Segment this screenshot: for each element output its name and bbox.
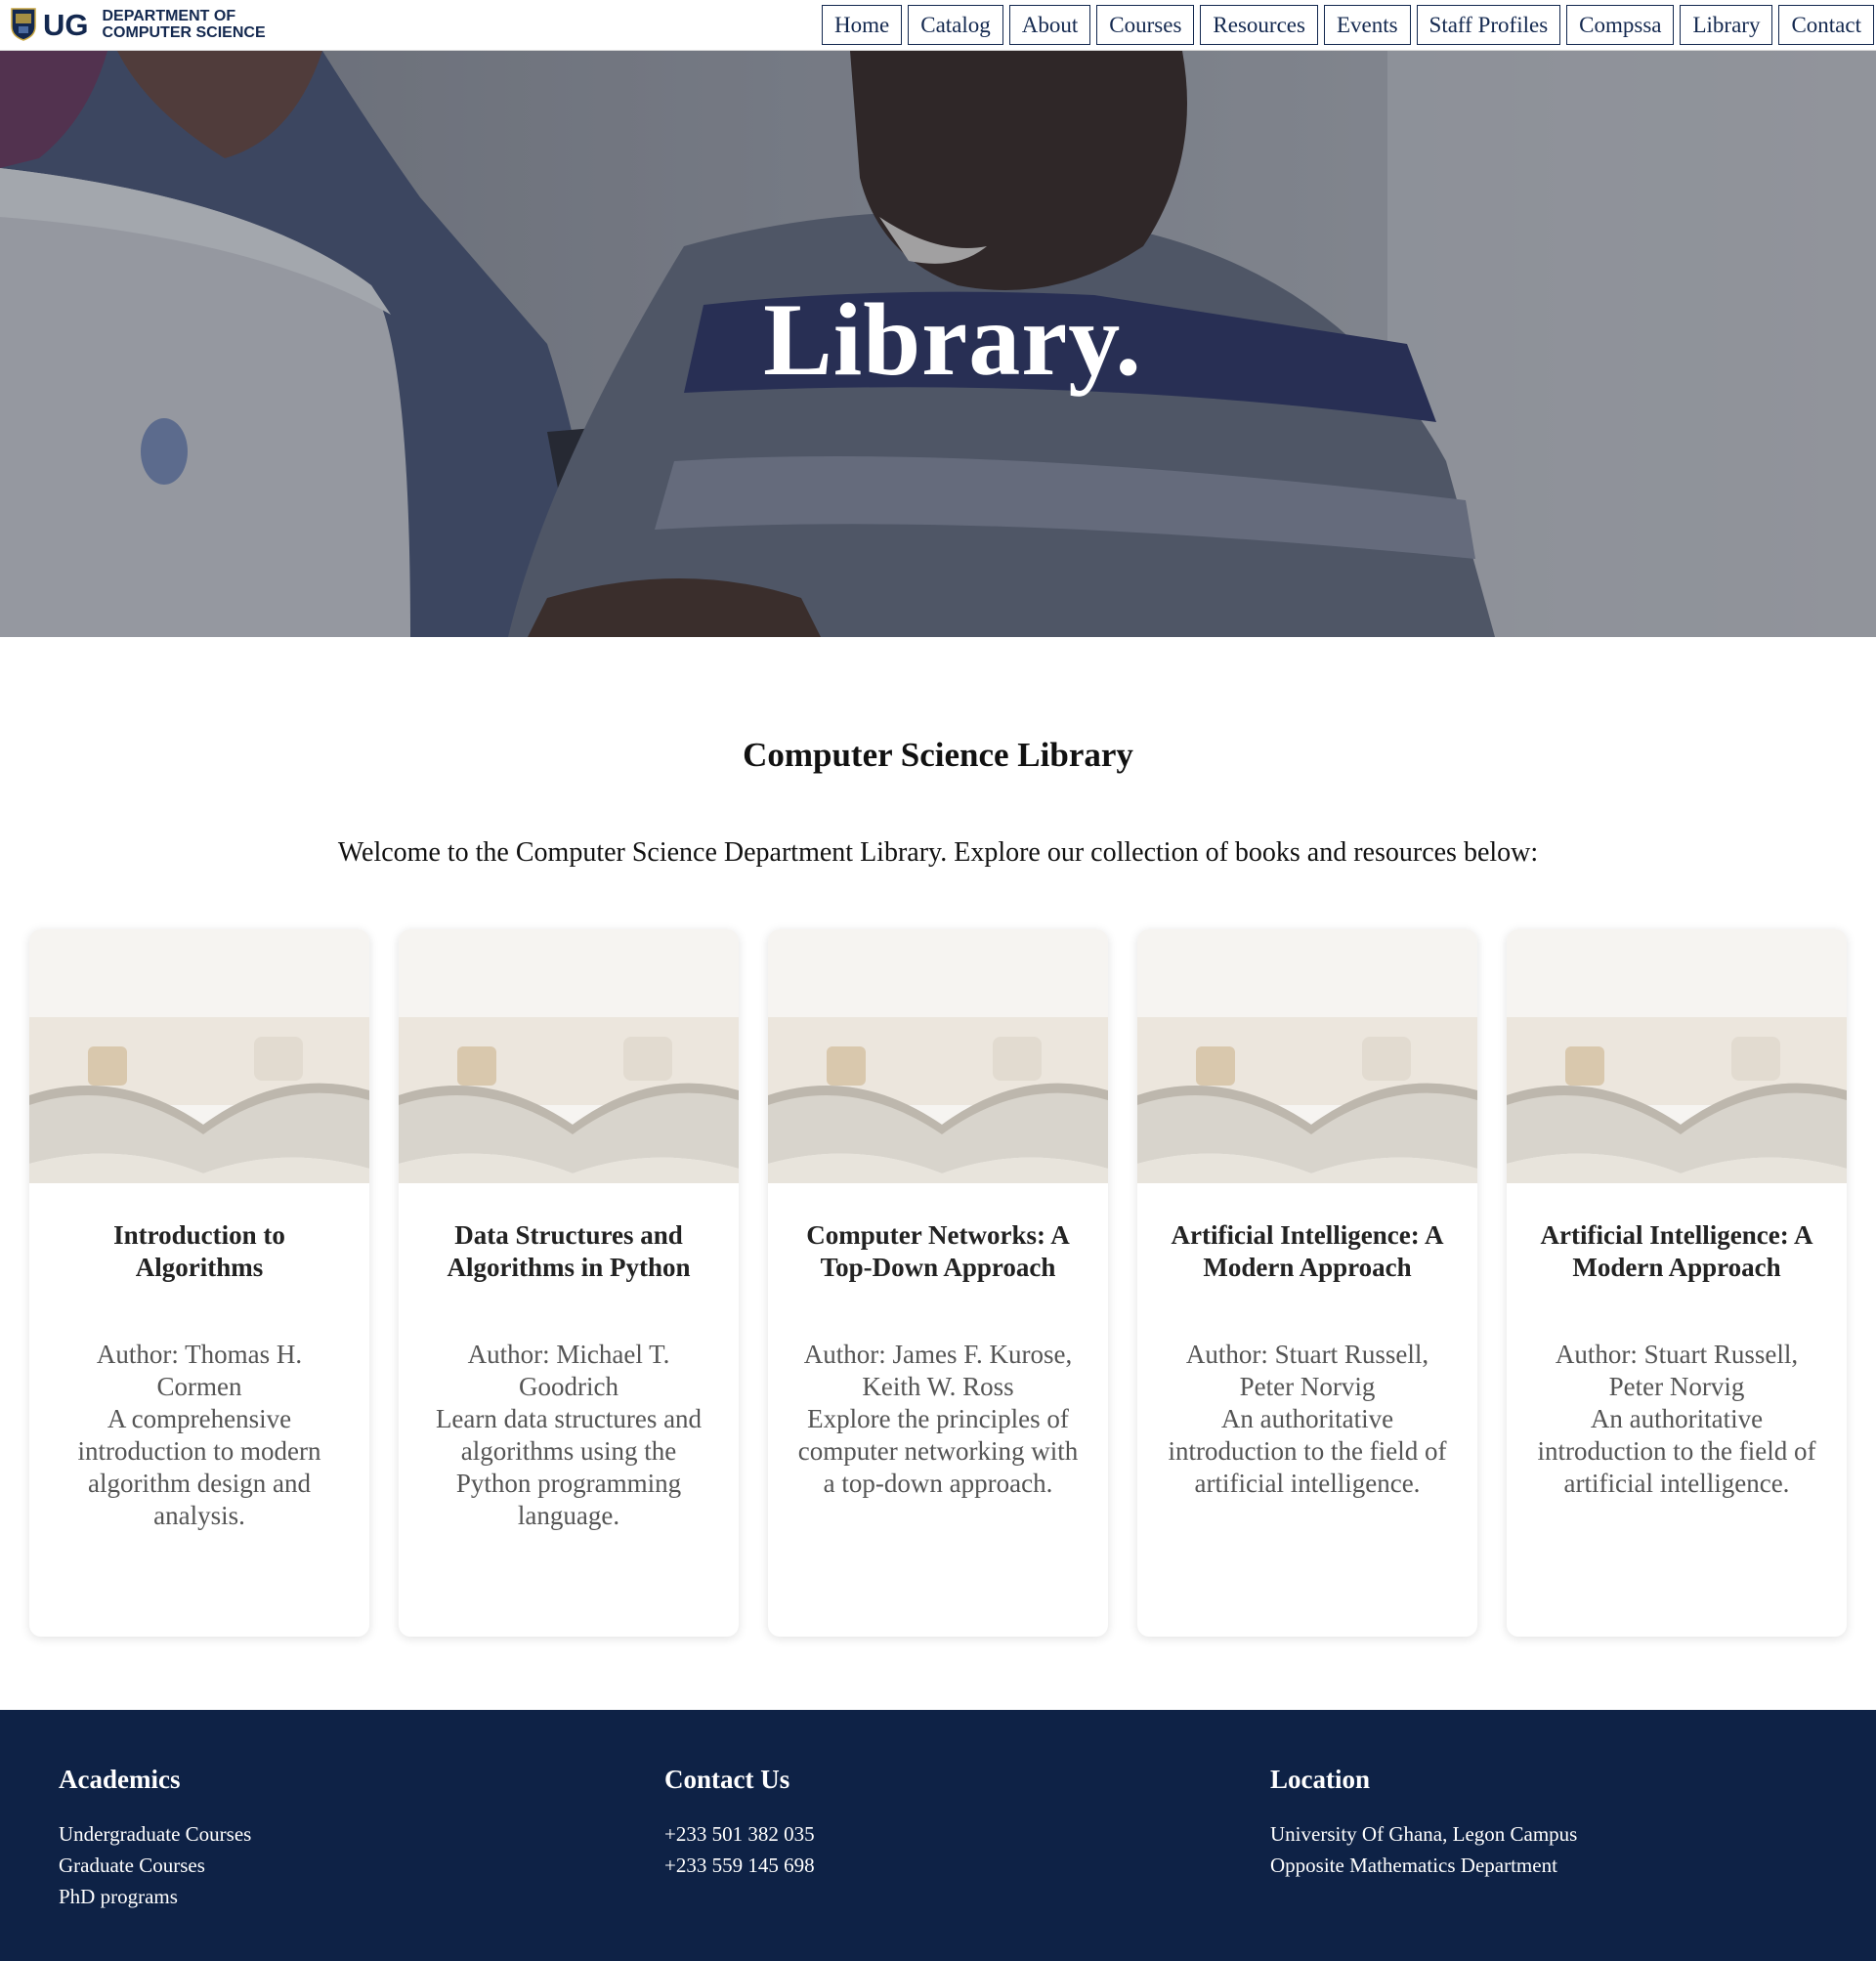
book-card[interactable]: Computer Networks: A Top-Down Approach A… (768, 929, 1108, 1637)
nav-contact[interactable]: Contact (1778, 5, 1874, 45)
footer-location-heading: Location (1270, 1765, 1371, 1794)
footer-location-line-2: Opposite Mathematics Department (1270, 1854, 1557, 1877)
footer-academics: Academics Undergraduate Courses Graduate… (59, 1765, 251, 1912)
footer-location: Location University Of Ghana, Legon Camp… (1270, 1765, 1577, 1881)
nav-library[interactable]: Library (1680, 5, 1773, 45)
book-card[interactable]: Artificial Intelligence: A Modern Approa… (1507, 929, 1847, 1637)
nav-about[interactable]: About (1008, 5, 1091, 45)
footer-phone-1: +233 501 382 035 (664, 1822, 815, 1846)
open-book-image (768, 929, 1108, 1183)
footer-contact: Contact Us +233 501 382 035 +233 559 145… (664, 1765, 815, 1881)
crest-icon (11, 8, 36, 41)
book-description: An authoritative introduction to the fie… (1537, 1404, 1816, 1498)
nav-events[interactable]: Events (1323, 5, 1411, 45)
hero-banner: Library. (0, 51, 1876, 637)
book-card[interactable]: Introduction to Algorithms Author: Thoma… (29, 929, 369, 1637)
footer-link-phd[interactable]: PhD programs (59, 1881, 251, 1912)
book-details: Author: James F. Kurose, Keith W. Ross E… (795, 1339, 1081, 1500)
nav-staff-profiles[interactable]: Staff Profiles (1416, 5, 1561, 45)
open-book-image (1507, 929, 1847, 1183)
book-description: A comprehensive introduction to modern a… (77, 1404, 321, 1530)
book-author: Author: Thomas H. Cormen (96, 1340, 303, 1401)
hero-title: Library. (763, 282, 1142, 397)
ug-logo[interactable]: UG DEPARTMENT OF COMPUTER SCIENCE (10, 3, 266, 46)
nav-courses[interactable]: Courses (1096, 5, 1195, 45)
book-title: Data Structures and Algorithms in Python (447, 1220, 691, 1282)
main-nav: Home Catalog About Courses Resources Eve… (822, 5, 1874, 45)
open-book-image (1137, 929, 1477, 1183)
open-book-image (29, 929, 369, 1183)
footer-contact-heading: Contact Us (664, 1765, 790, 1794)
book-description: Learn data structures and algorithms usi… (435, 1404, 703, 1530)
library-section-title: Computer Science Library (743, 736, 1133, 774)
footer-phone-2: +233 559 145 698 (664, 1854, 815, 1877)
logo-ug-text: UG (43, 7, 89, 42)
book-author: Author: Michael T. Goodrich (467, 1340, 670, 1401)
book-card[interactable]: Data Structures and Algorithms in Python… (399, 929, 739, 1637)
book-title: Introduction to Algorithms (113, 1220, 285, 1282)
nav-resources[interactable]: Resources (1200, 5, 1318, 45)
footer-link-graduate[interactable]: Graduate Courses (59, 1850, 251, 1881)
library-intro-text: Welcome to the Computer Science Departme… (337, 837, 1539, 868)
book-description: An authoritative introduction to the fie… (1168, 1404, 1447, 1498)
book-title: Computer Networks: A Top-Down Approach (806, 1220, 1070, 1282)
open-book-image (399, 929, 739, 1183)
book-details: Author: Michael T. Goodrich Learn data s… (426, 1339, 711, 1532)
book-description: Explore the principles of computer netwo… (797, 1404, 1079, 1498)
book-author: Author: James F. Kurose, Keith W. Ross (803, 1340, 1073, 1401)
book-card[interactable]: Artificial Intelligence: A Modern Approa… (1137, 929, 1477, 1637)
footer-academics-heading: Academics (59, 1765, 181, 1794)
book-card-list: Introduction to Algorithms Author: Thoma… (29, 929, 1847, 1637)
logo-department-text: DEPARTMENT OF COMPUTER SCIENCE (103, 8, 266, 41)
site-footer: Academics Undergraduate Courses Graduate… (0, 1710, 1876, 1961)
nav-home[interactable]: Home (822, 5, 903, 45)
book-title: Artificial Intelligence: A Modern Approa… (1540, 1220, 1813, 1282)
book-author: Author: Stuart Russell, Peter Norvig (1555, 1340, 1799, 1401)
logo-line-2: COMPUTER SCIENCE (102, 24, 266, 41)
book-details: Author: Stuart Russell, Peter Norvig An … (1534, 1339, 1819, 1500)
book-author: Author: Stuart Russell, Peter Norvig (1185, 1340, 1429, 1401)
footer-location-line-1: University Of Ghana, Legon Campus (1270, 1822, 1578, 1846)
book-details: Author: Thomas H. Cormen A comprehensive… (57, 1339, 342, 1532)
logo-line-1: DEPARTMENT OF (102, 8, 236, 24)
book-details: Author: Stuart Russell, Peter Norvig An … (1165, 1339, 1450, 1500)
footer-link-undergraduate[interactable]: Undergraduate Courses (59, 1818, 251, 1850)
book-title: Artificial Intelligence: A Modern Approa… (1171, 1220, 1444, 1282)
nav-compssa[interactable]: Compssa (1566, 5, 1675, 45)
site-header: UG DEPARTMENT OF COMPUTER SCIENCE Home C… (0, 0, 1876, 51)
nav-catalog[interactable]: Catalog (908, 5, 1003, 45)
